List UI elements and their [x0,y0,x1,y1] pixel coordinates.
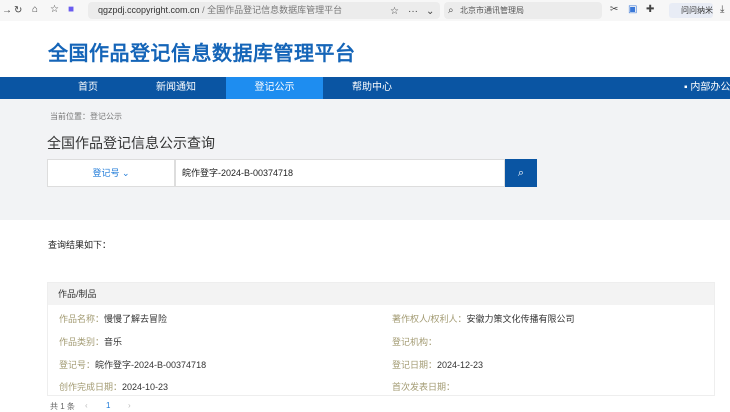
field-label: 创作完成日期： [59,382,122,392]
pagination-total: 共 1 条 [50,401,75,412]
extension-button[interactable]: 问问纳米 [669,3,713,18]
field-reg-date: 登记日期：2024-12-23 [392,358,483,371]
search-button[interactable]: ⌕ [505,159,537,187]
home-icon[interactable]: ⌂ [32,4,38,15]
search-icon: ⌕ [518,167,524,179]
field-category: 作品类别：音乐 [59,335,122,348]
star-icon[interactable]: ☆ [390,3,399,20]
scissors-icon[interactable]: ✂ [610,4,618,15]
field-value: 安徽力策文化传播有限公司 [467,314,575,324]
field-label: 作品类别： [59,337,104,347]
nav-registration-notice[interactable]: 登记公示 [226,77,323,99]
field-owner: 著作权人/权利人：安徽力策文化传播有限公司 [392,312,575,325]
field-value: 慢慢了解去冒险 [104,314,167,324]
extension-label: 问问纳米 [681,6,713,15]
forward-icon[interactable]: → [2,5,12,16]
result-card: 作品/制品 作品名称：慢慢了解去冒险 著作权人/权利人：安徽力策文化传播有限公司… [47,282,715,396]
url-domain: qgzpdj.ccopyright.com.cn [98,5,200,15]
select-value: 登记号 [92,168,119,178]
field-value: 2024-10-23 [122,382,168,392]
field-value: 2024-12-23 [437,360,483,370]
browser-search-text: 北京市通讯管理局 [460,6,524,15]
search-input[interactable]: 皖作登字-2024-B-00374718 [175,159,505,187]
extensions-icon[interactable]: ✚ [646,4,654,15]
field-label: 首次发表日期： [392,382,455,392]
reload-icon[interactable]: ↻ [14,5,22,16]
nav-internal-label: 内部办公 [690,82,730,93]
chevron-down-icon[interactable]: ⌄ [426,3,434,20]
browser-search[interactable]: ⌕ 北京市通讯管理局 [444,2,602,19]
url-sep: / [200,5,208,15]
nav-news[interactable]: 新闻通知 [140,77,212,99]
nav-help[interactable]: 帮助中心 [336,77,408,99]
field-label: 作品名称： [59,314,104,324]
prev-page-icon[interactable]: ‹ [85,401,88,410]
address-bar[interactable]: qgzpdj.ccopyright.com.cn / 全国作品登记信息数据库管理… [88,2,440,19]
next-page-icon[interactable]: › [128,401,131,410]
field-agency: 登记机构： [392,335,437,348]
breadcrumb: 当前位置：登记公示 [50,111,122,122]
chevron-down-icon: ⌄ [122,168,130,178]
page-1[interactable]: 1 [106,401,110,410]
field-completion-date: 创作完成日期：2024-10-23 [59,380,168,393]
download-icon[interactable]: ⤓ [720,4,724,15]
field-reg-number: 登记号：皖作登字-2024-B-00374718 [59,358,206,371]
field-work-name: 作品名称：慢慢了解去冒险 [59,312,167,325]
page-title: 全国作品登记信息公示查询 [47,133,215,153]
main-nav: 首页 新闻通知 登记公示 帮助中心 ▪ 内部办公 [0,77,730,99]
field-value: 音乐 [104,337,122,347]
screenshot-icon[interactable]: ▣ [628,4,637,15]
field-label: 登记号： [59,360,95,370]
field-publish-date: 首次发表日期： [392,380,455,393]
favorites-icon[interactable]: ☆ [50,4,59,15]
nav-internal-office[interactable]: ▪ 内部办公 [684,77,730,99]
result-label: 查询结果如下： [48,238,111,251]
site-title: 全国作品登记信息数据库管理平台 [48,37,356,66]
url-title: 全国作品登记信息数据库管理平台 [207,5,342,15]
browser-toolbar: → ↻ ⌂ ☆ ■ qgzpdj.ccopyright.com.cn / 全国作… [0,0,730,21]
card-header: 作品/制品 [48,283,714,305]
field-value: 皖作登字-2024-B-00374718 [95,360,206,370]
nav-home[interactable]: 首页 [52,77,124,99]
ai-icon[interactable]: ■ [68,4,74,15]
search-icon: ⌕ [448,2,454,19]
more-icon[interactable]: ··· [408,3,418,20]
field-label: 登记机构： [392,337,437,347]
search-type-select[interactable]: 登记号 ⌄ [47,159,175,187]
field-label: 著作权人/权利人： [392,314,467,324]
field-label: 登记日期： [392,360,437,370]
